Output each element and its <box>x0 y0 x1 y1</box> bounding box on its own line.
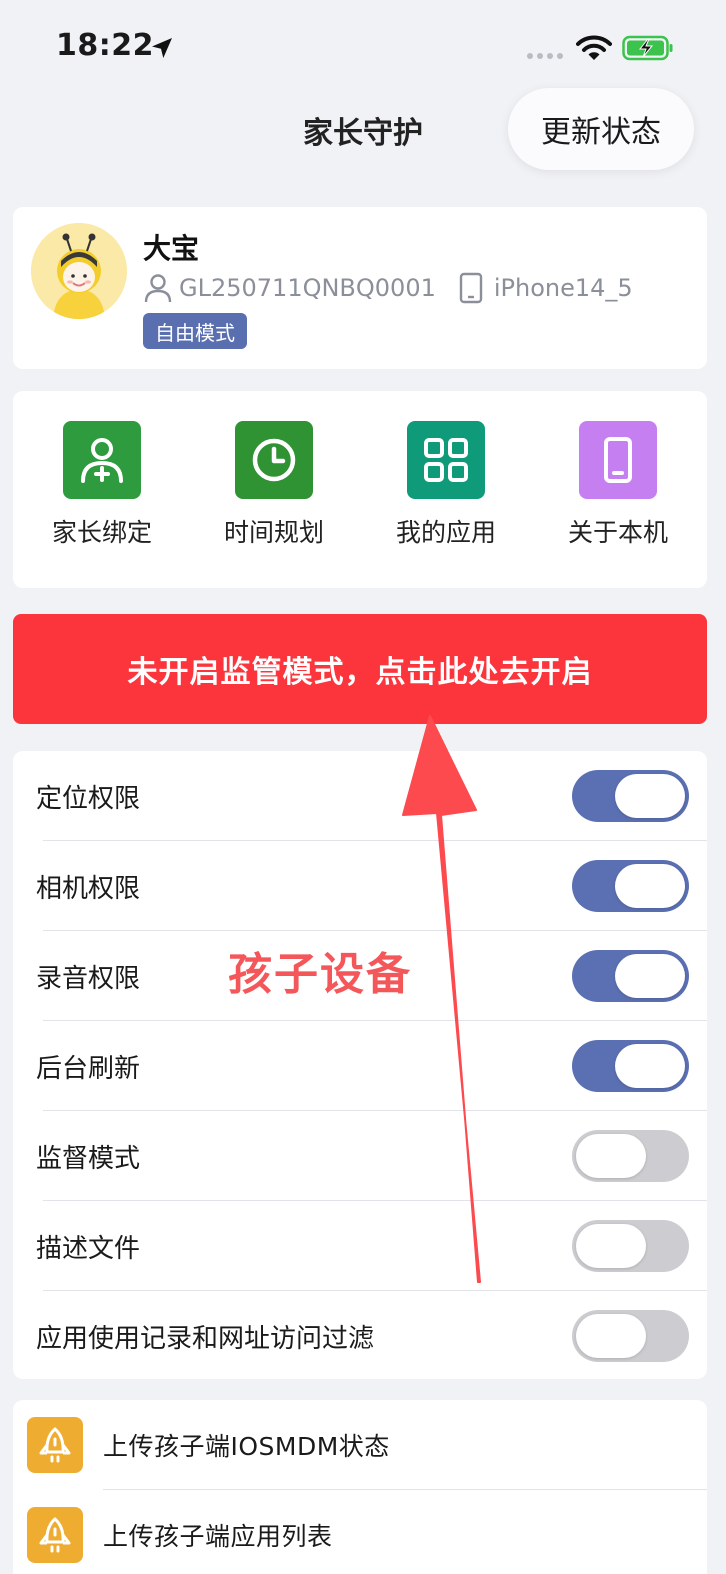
toggle-knob <box>576 1314 646 1358</box>
camera-permission-toggle[interactable] <box>572 860 689 912</box>
permission-label: 录音权限 <box>36 963 141 994</box>
child-profile-card[interactable]: 大宝 GL250711QNBQ0001 iPhone14_5 自由模式 <box>13 207 707 369</box>
quick-action-label: 我的应用 <box>395 518 496 547</box>
microphone-permission-toggle[interactable] <box>572 950 689 1002</box>
device-info-row: GL250711QNBQ0001 iPhone14_5 <box>143 271 633 305</box>
permission-row-location: 定位权限 <box>13 751 707 841</box>
update-status-button[interactable]: 更新状态 <box>508 88 694 170</box>
permission-label: 监督模式 <box>36 1143 141 1174</box>
bee-avatar-icon <box>31 223 127 319</box>
permission-row-usage-filter: 应用使用记录和网址访问过滤 <box>13 1291 707 1381</box>
mode-badge: 自由模式 <box>143 313 247 349</box>
permission-row-supervision: 监督模式 <box>13 1111 707 1201</box>
upload-mdm-status-row[interactable]: 上传孩子端IOSMDM状态 <box>13 1400 707 1490</box>
permissions-list: 定位权限 相机权限 录音权限 后台刷新 监督模式 描述文件 应用使用记录和网址访… <box>13 751 707 1379</box>
enable-supervision-banner[interactable]: 未开启监管模式，点击此处去开启 <box>13 614 707 724</box>
permission-row-background-refresh: 后台刷新 <box>13 1021 707 1111</box>
toggle-knob <box>615 954 685 998</box>
upload-list: 上传孩子端IOSMDM状态 上传孩子端应用列表 <box>13 1400 707 1574</box>
phone-icon <box>459 272 483 304</box>
supervision-mode-toggle[interactable] <box>572 1130 689 1182</box>
annotation-label: 孩子设备 <box>228 949 412 1000</box>
quick-action-label: 关于本机 <box>567 518 668 547</box>
background-refresh-toggle[interactable] <box>572 1040 689 1092</box>
upload-label: 上传孩子端应用列表 <box>103 1522 333 1551</box>
quick-action-label: 时间规划 <box>223 518 324 547</box>
phone-icon <box>579 421 657 499</box>
toggle-knob <box>576 1224 646 1268</box>
location-arrow-icon <box>152 38 172 58</box>
device-id: GL250711QNBQ0001 <box>179 274 436 302</box>
permission-row-camera: 相机权限 <box>13 841 707 931</box>
profile-toggle[interactable] <box>572 1220 689 1272</box>
avatar <box>31 223 127 319</box>
usage-filter-toggle[interactable] <box>572 1310 689 1362</box>
toggle-knob <box>615 774 685 818</box>
permission-label: 定位权限 <box>36 783 141 814</box>
cellular-signal-icon <box>527 53 563 59</box>
user-icon <box>144 274 172 303</box>
device-model: iPhone14_5 <box>493 274 633 302</box>
clock-icon <box>235 421 313 499</box>
quick-action-about-device[interactable]: 关于本机 <box>532 421 704 549</box>
permission-label: 相机权限 <box>36 873 141 904</box>
status-bar: 18:22 <box>0 0 726 96</box>
permission-label: 应用使用记录和网址访问过滤 <box>36 1323 375 1354</box>
quick-actions-card: 家长绑定 时间规划 我的应用 关于本机 <box>13 391 707 588</box>
permission-label: 描述文件 <box>36 1233 141 1264</box>
apps-grid-icon <box>407 421 485 499</box>
battery-charging-icon <box>622 35 673 61</box>
child-name: 大宝 <box>143 232 200 265</box>
location-permission-toggle[interactable] <box>572 770 689 822</box>
quick-action-time-planning[interactable]: 时间规划 <box>188 421 360 549</box>
quick-action-my-apps[interactable]: 我的应用 <box>360 421 532 549</box>
permission-label: 后台刷新 <box>36 1053 141 1084</box>
status-time: 18:22 <box>56 28 154 63</box>
toggle-knob <box>615 864 685 908</box>
quick-action-parent-binding[interactable]: 家长绑定 <box>16 421 188 549</box>
toggle-knob <box>615 1044 685 1088</box>
toggle-knob <box>576 1134 646 1178</box>
permission-row-profile: 描述文件 <box>13 1201 707 1291</box>
wifi-icon <box>576 35 612 60</box>
rocket-icon <box>27 1417 83 1473</box>
upload-app-list-row[interactable]: 上传孩子端应用列表 <box>13 1490 707 1574</box>
user-add-icon <box>63 421 141 499</box>
upload-label: 上传孩子端IOSMDM状态 <box>103 1432 390 1461</box>
rocket-icon <box>27 1507 83 1563</box>
quick-action-label: 家长绑定 <box>51 518 152 547</box>
